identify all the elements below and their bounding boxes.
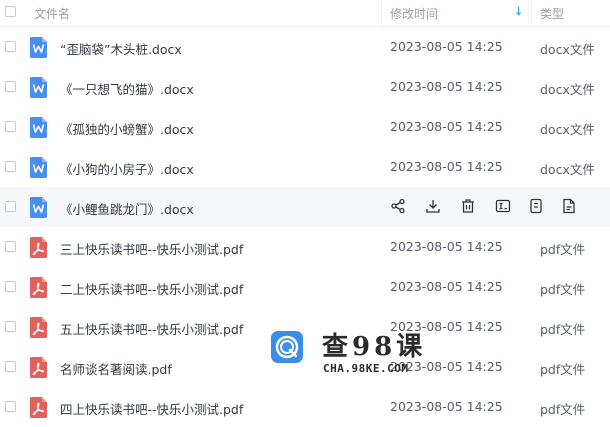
arrow-down-icon[interactable]: ↓ xyxy=(514,5,523,18)
file-name[interactable]: 名师谈名著阅读.pdf xyxy=(60,359,172,378)
file-row[interactable]: “歪脑袋”木头桩.docx 2023-08-05 14:25 docx文件 xyxy=(0,27,610,67)
row-checkbox[interactable] xyxy=(5,121,16,132)
row-checkbox[interactable] xyxy=(5,321,16,332)
row-checkbox[interactable] xyxy=(5,81,16,92)
delete-icon[interactable] xyxy=(460,198,476,214)
word-file-icon xyxy=(30,157,47,178)
column-divider[interactable] xyxy=(531,0,532,26)
file-modified-time: 2023-08-05 14:25 xyxy=(390,119,503,134)
column-divider[interactable] xyxy=(381,0,382,26)
file-type: docx文件 xyxy=(540,162,595,177)
watermark-title: 查98课 xyxy=(322,332,427,362)
file-modified-time: 2023-08-05 14:25 xyxy=(390,159,503,174)
row-checkbox[interactable] xyxy=(5,361,16,372)
file-modified-time: 2023-08-05 14:25 xyxy=(390,399,503,414)
select-all-checkbox[interactable] xyxy=(5,6,16,17)
file-row[interactable]: 名师谈名著阅读.pdf 2023-08-05 14:25 pdf文件 xyxy=(0,347,610,387)
file-row[interactable]: 二上快乐读书吧--快乐小测试.pdf 2023-08-05 14:25 pdf文件 xyxy=(0,267,610,307)
file-name[interactable]: 《孤独的小螃蟹》.docx xyxy=(60,119,194,138)
share-icon[interactable] xyxy=(390,198,406,214)
file-modified-time: 2023-08-05 14:25 xyxy=(390,39,503,54)
file-type: pdf文件 xyxy=(540,322,586,337)
column-header-time[interactable]: 修改时间 xyxy=(390,5,438,22)
word-file-icon xyxy=(30,77,47,98)
row-checkbox[interactable] xyxy=(5,41,16,52)
pdf-file-icon xyxy=(30,277,47,298)
pdf-file-icon xyxy=(30,237,47,258)
file-row[interactable]: 《孤独的小螃蟹》.docx 2023-08-05 14:25 docx文件 xyxy=(0,107,610,147)
row-checkbox[interactable] xyxy=(5,161,16,172)
file-modified-time: 2023-08-05 14:25 xyxy=(390,79,503,94)
file-modified-time: 2023-08-05 14:25 xyxy=(390,239,503,254)
file-row[interactable]: 《小狗的小房子》.docx 2023-08-05 14:25 docx文件 xyxy=(0,147,610,187)
file-row[interactable]: 四上快乐读书吧--快乐小测试.pdf 2023-08-05 14:25 pdf文件 xyxy=(0,387,610,427)
file-row[interactable]: 五上快乐读书吧--快乐小测试.pdf 2023-08-05 14:25 pdf文件 xyxy=(0,307,610,347)
download-icon[interactable] xyxy=(425,198,441,214)
file-row[interactable]: 《小鲤鱼跳龙门》.docx xyxy=(0,187,610,227)
file-row[interactable]: 三上快乐读书吧--快乐小测试.pdf 2023-08-05 14:25 pdf文件 xyxy=(0,227,610,267)
file-name[interactable]: 《小狗的小房子》.docx xyxy=(60,159,194,178)
row-checkbox[interactable] xyxy=(5,401,16,412)
file-type: pdf文件 xyxy=(540,242,586,257)
column-header-name[interactable]: 文件名 xyxy=(34,5,70,22)
file-row[interactable]: 《一只想飞的猫》.docx 2023-08-05 14:25 docx文件 xyxy=(0,67,610,107)
file-type: pdf文件 xyxy=(540,402,586,417)
file-name[interactable]: 《小鲤鱼跳龙门》.docx xyxy=(60,199,194,218)
watermark-url: CHA.98KE.COM xyxy=(323,362,409,375)
file-name[interactable]: 二上快乐读书吧--快乐小测试.pdf xyxy=(60,279,243,298)
pdf-file-icon xyxy=(30,357,47,378)
file-type: docx文件 xyxy=(540,42,595,57)
copy-icon[interactable] xyxy=(528,198,544,214)
row-checkbox[interactable] xyxy=(5,281,16,292)
file-list-header: 文件名 修改时间 ↓ 类型 xyxy=(0,0,610,27)
pdf-file-icon xyxy=(30,317,47,338)
word-file-icon xyxy=(30,117,47,138)
word-file-icon xyxy=(30,37,47,58)
file-type: pdf文件 xyxy=(540,282,586,297)
file-name[interactable]: 《一只想飞的猫》.docx xyxy=(60,79,194,98)
file-modified-time: 2023-08-05 14:25 xyxy=(390,279,503,294)
file-type: docx文件 xyxy=(540,122,595,137)
file-name[interactable]: 五上快乐读书吧--快乐小测试.pdf xyxy=(60,319,243,338)
pdf-file-icon xyxy=(30,397,47,418)
file-type: docx文件 xyxy=(540,82,595,97)
row-checkbox[interactable] xyxy=(5,241,16,252)
row-checkbox[interactable] xyxy=(5,201,16,212)
rename-icon[interactable] xyxy=(495,198,511,214)
file-name[interactable]: 三上快乐读书吧--快乐小测试.pdf xyxy=(60,239,243,258)
file-name[interactable]: 四上快乐读书吧--快乐小测试.pdf xyxy=(60,399,243,418)
column-header-type[interactable]: 类型 xyxy=(540,5,564,22)
watermark-logo-icon xyxy=(271,331,303,363)
file-info-icon[interactable] xyxy=(561,198,577,214)
word-file-icon xyxy=(30,197,47,218)
file-name[interactable]: “歪脑袋”木头桩.docx xyxy=(60,39,182,58)
file-type: pdf文件 xyxy=(540,362,586,377)
